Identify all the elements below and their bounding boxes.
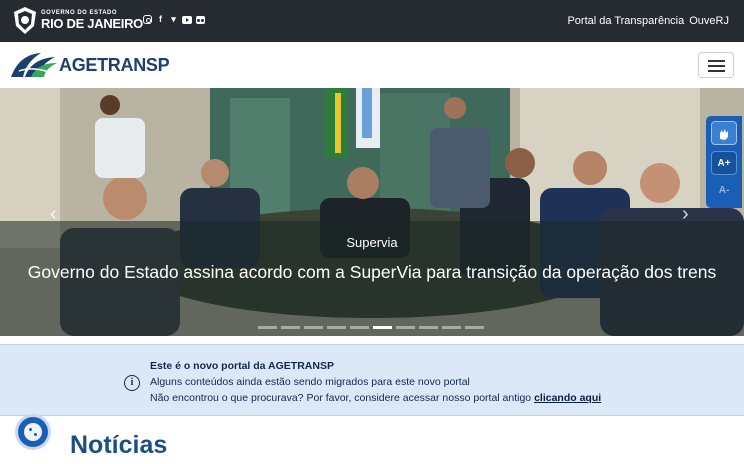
carousel-indicator[interactable] bbox=[465, 326, 484, 329]
rio-coat-of-arms-icon[interactable] bbox=[12, 6, 38, 36]
news-carousel[interactable]: Supervia Governo do Estado assina acordo… bbox=[0, 88, 744, 336]
carousel-indicator[interactable] bbox=[304, 326, 323, 329]
carousel-indicators bbox=[258, 326, 484, 329]
increase-font-button[interactable]: A+ bbox=[711, 151, 737, 175]
brand-name: AGETRANSP bbox=[59, 54, 170, 75]
agetransp-swoosh-icon bbox=[11, 53, 57, 77]
news-section-heading: Notícias bbox=[70, 431, 168, 459]
gov-logo-big-text: RIO DE JANEIRO bbox=[41, 16, 143, 31]
carousel-indicator[interactable] bbox=[419, 326, 438, 329]
carousel-prev-icon[interactable]: ‹ bbox=[50, 204, 64, 224]
cookie-settings-button[interactable] bbox=[18, 417, 48, 447]
notice-line-2-text: Não encontrou o que procurava? Por favor… bbox=[150, 392, 532, 404]
slide-category[interactable]: Supervia bbox=[0, 235, 744, 250]
carousel-indicator[interactable] bbox=[258, 326, 277, 329]
carousel-indicator[interactable] bbox=[327, 326, 346, 329]
ouverj-link[interactable]: OuveRJ bbox=[689, 15, 729, 27]
instagram-icon[interactable] bbox=[143, 15, 152, 24]
site-header: AGETRANSP bbox=[0, 42, 744, 88]
flickr-icon[interactable] bbox=[196, 16, 205, 24]
cookie-icon bbox=[24, 423, 42, 441]
carousel-indicator[interactable] bbox=[350, 326, 369, 329]
carousel-indicator[interactable] bbox=[396, 326, 415, 329]
old-portal-link[interactable]: clicando aqui bbox=[534, 392, 601, 404]
agetransp-logo[interactable]: AGETRANSP bbox=[9, 51, 170, 79]
accessibility-widget: A+ A- bbox=[706, 116, 742, 208]
hamburger-menu-icon bbox=[708, 60, 725, 62]
menu-toggle-button[interactable] bbox=[698, 52, 734, 78]
notice-line-2: Não encontrou o que procurava? Por favor… bbox=[150, 392, 601, 404]
transparency-portal-link[interactable]: Portal da Transparência bbox=[567, 15, 684, 27]
notice-title: Este é o novo portal da AGETRANSP bbox=[150, 360, 334, 372]
vlibras-button[interactable] bbox=[711, 121, 737, 145]
top-links: Portal da Transparência OuveRJ bbox=[567, 15, 729, 27]
facebook-icon[interactable]: f bbox=[156, 15, 165, 24]
social-links: f ▾ bbox=[143, 15, 205, 24]
carousel-indicator[interactable] bbox=[281, 326, 300, 329]
migration-notice: i Este é o novo portal da AGETRANSP Algu… bbox=[0, 344, 744, 416]
government-logo-text[interactable]: GOVERNO DO ESTADO RIO DE JANEIRO bbox=[41, 10, 143, 30]
sign-language-hands-icon bbox=[720, 129, 728, 140]
carousel-indicator[interactable] bbox=[442, 326, 461, 329]
government-top-bar: GOVERNO DO ESTADO RIO DE JANEIRO f ▾ Por… bbox=[0, 0, 744, 42]
info-circle-icon: i bbox=[124, 375, 140, 391]
twitter-icon[interactable]: ▾ bbox=[169, 15, 178, 24]
carousel-indicator-active[interactable] bbox=[373, 326, 392, 329]
notice-line-1: Alguns conteúdos ainda estão sendo migra… bbox=[150, 376, 470, 388]
youtube-icon[interactable] bbox=[182, 16, 192, 24]
slide-title[interactable]: Governo do Estado assina acordo com a Su… bbox=[14, 258, 730, 286]
carousel-next-icon[interactable]: › bbox=[682, 204, 696, 224]
decrease-font-button[interactable]: A- bbox=[711, 179, 737, 203]
